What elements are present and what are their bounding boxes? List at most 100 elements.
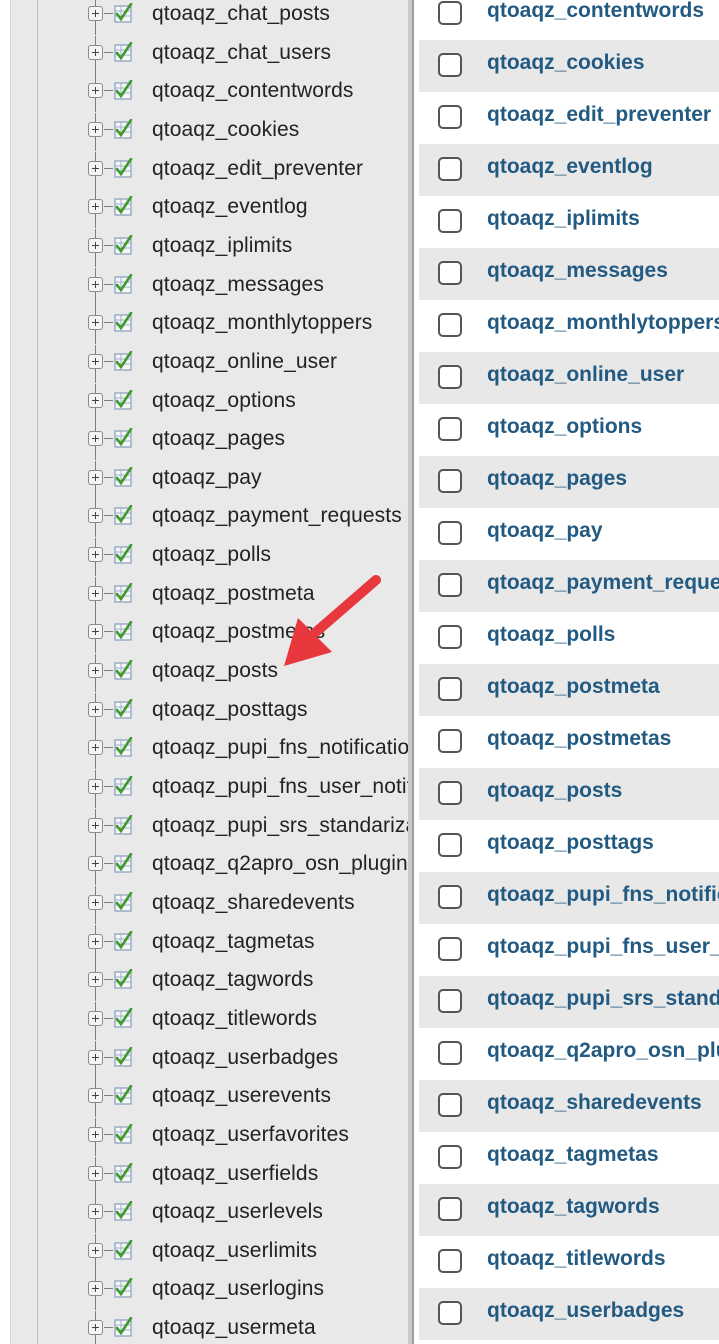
table-name-link[interactable]: qtoaqz_pupi_fns_user_notifications	[487, 935, 719, 959]
plus-expander-icon[interactable]	[88, 817, 103, 833]
tree-item-label[interactable]: qtoaqz_tagwords	[152, 968, 313, 992]
plus-expander-icon[interactable]	[88, 121, 103, 137]
tree-item-label[interactable]: qtoaqz_usermeta	[152, 1316, 316, 1340]
tree-item-label[interactable]: qtoaqz_options	[152, 389, 296, 413]
plus-expander-icon[interactable]	[88, 585, 103, 601]
table-name-link[interactable]: qtoaqz_eventlog	[487, 155, 653, 179]
plus-expander-icon[interactable]	[88, 1126, 103, 1142]
plus-expander-icon[interactable]	[88, 701, 103, 717]
plus-expander-icon[interactable]	[88, 44, 103, 60]
tree-item[interactable]: qtoaqz_pupi_fns_user_notifications	[11, 770, 409, 808]
table-name-link[interactable]: qtoaqz_cookies	[487, 51, 645, 75]
tree-item-label[interactable]: qtoaqz_pupi_fns_user_notifications	[152, 775, 409, 799]
row-checkbox[interactable]	[438, 365, 462, 389]
plus-expander-icon[interactable]	[88, 894, 103, 910]
plus-expander-icon[interactable]	[88, 972, 103, 988]
tree-item[interactable]: qtoaqz_posttags	[11, 692, 409, 731]
tree-item-label[interactable]: qtoaqz_userevents	[152, 1084, 331, 1108]
tree-item[interactable]: qtoaqz_pupi_srs_standarizations	[11, 808, 409, 847]
row-checkbox[interactable]	[438, 209, 462, 233]
tree-item-label[interactable]: qtoaqz_pupi_srs_standarizations	[152, 814, 409, 838]
tree-item[interactable]: qtoaqz_payment_requests	[11, 499, 409, 538]
row-checkbox[interactable]	[438, 105, 462, 129]
plus-expander-icon[interactable]	[88, 315, 103, 331]
tree-item-label[interactable]: qtoaqz_chat_users	[152, 41, 331, 65]
plus-expander-icon[interactable]	[88, 6, 103, 21]
plus-expander-icon[interactable]	[88, 1088, 103, 1104]
row-checkbox[interactable]	[438, 313, 462, 337]
tree-item-label[interactable]: qtoaqz_iplimits	[152, 234, 292, 258]
plus-expander-icon[interactable]	[88, 933, 103, 949]
tree-item-label[interactable]: qtoaqz_titlewords	[152, 1007, 317, 1031]
plus-expander-icon[interactable]	[88, 392, 103, 408]
plus-expander-icon[interactable]	[88, 1242, 103, 1258]
plus-expander-icon[interactable]	[88, 83, 103, 99]
plus-expander-icon[interactable]	[88, 1281, 103, 1297]
plus-expander-icon[interactable]	[88, 469, 103, 485]
table-name-link[interactable]: qtoaqz_q2apro_osn_plugin	[487, 1039, 719, 1063]
tree-item-label[interactable]: qtoaqz_userfields	[152, 1162, 318, 1186]
row-checkbox[interactable]	[438, 573, 462, 597]
row-checkbox[interactable]	[438, 729, 462, 753]
tree-item[interactable]: qtoaqz_userfavorites	[11, 1117, 409, 1156]
table-name-link[interactable]: qtoaqz_posttags	[487, 831, 654, 855]
row-checkbox[interactable]	[438, 677, 462, 701]
row-checkbox[interactable]	[438, 1197, 462, 1221]
plus-expander-icon[interactable]	[88, 740, 103, 756]
plus-expander-icon[interactable]	[88, 276, 103, 292]
plus-expander-icon[interactable]	[88, 431, 103, 447]
tree-item[interactable]: qtoaqz_online_user	[11, 344, 409, 383]
row-checkbox[interactable]	[438, 937, 462, 961]
plus-expander-icon[interactable]	[88, 237, 103, 253]
tree-item[interactable]: qtoaqz_sharedevents	[11, 885, 409, 924]
tree-item[interactable]: qtoaqz_tagmetas	[11, 924, 409, 963]
row-checkbox[interactable]	[438, 1093, 462, 1117]
tree-item-label[interactable]: qtoaqz_pupi_fns_notifications	[152, 736, 409, 760]
tree-item[interactable]: qtoaqz_tagwords	[11, 963, 409, 1002]
table-name-link[interactable]: qtoaqz_pay	[487, 519, 603, 543]
table-name-link[interactable]: qtoaqz_messages	[487, 259, 668, 283]
row-checkbox[interactable]	[438, 1301, 462, 1325]
tree-item[interactable]: qtoaqz_messages	[11, 267, 409, 306]
tree-item-label[interactable]: qtoaqz_tagmetas	[152, 930, 315, 954]
tree-item[interactable]: qtoaqz_userlimits	[11, 1233, 409, 1272]
tree-item-label[interactable]: qtoaqz_posttags	[152, 698, 308, 722]
table-name-link[interactable]: qtoaqz_tagmetas	[487, 1143, 659, 1167]
row-checkbox[interactable]	[438, 157, 462, 181]
row-checkbox[interactable]	[438, 1041, 462, 1065]
tree-item[interactable]: qtoaqz_pay	[11, 460, 409, 499]
tree-item-label[interactable]: qtoaqz_chat_posts	[152, 2, 330, 26]
tree-item[interactable]: qtoaqz_userlevels	[11, 1195, 409, 1234]
tree-item-label[interactable]: qtoaqz_pay	[152, 466, 262, 490]
table-name-link[interactable]: qtoaqz_pupi_fns_notifications	[487, 883, 719, 907]
table-name-link[interactable]: qtoaqz_userbadges	[487, 1299, 684, 1323]
row-checkbox[interactable]	[438, 1145, 462, 1169]
table-name-link[interactable]: qtoaqz_titlewords	[487, 1247, 666, 1271]
tree-item[interactable]: qtoaqz_userevents	[11, 1079, 409, 1118]
tree-item-label[interactable]: qtoaqz_polls	[152, 543, 271, 567]
tree-item[interactable]: qtoaqz_iplimits	[11, 228, 409, 267]
tree-item[interactable]: qtoaqz_contentwords	[11, 74, 409, 113]
plus-expander-icon[interactable]	[88, 1204, 103, 1220]
plus-expander-icon[interactable]	[88, 1010, 103, 1026]
table-name-link[interactable]: qtoaqz_options	[487, 415, 642, 439]
plus-expander-icon[interactable]	[88, 624, 103, 640]
tree-item-label[interactable]: qtoaqz_edit_preventer	[152, 157, 363, 181]
plus-expander-icon[interactable]	[88, 1049, 103, 1065]
tree-item-label[interactable]: qtoaqz_monthlytoppers	[152, 311, 372, 335]
tree-item[interactable]: qtoaqz_eventlog	[11, 190, 409, 229]
tree-item-label[interactable]: qtoaqz_eventlog	[152, 195, 308, 219]
plus-expander-icon[interactable]	[88, 1320, 103, 1336]
tree-item[interactable]: qtoaqz_q2apro_osn_plugin	[11, 847, 409, 886]
table-name-link[interactable]: qtoaqz_edit_preventer	[487, 103, 711, 127]
tree-item[interactable]: qtoaqz_usermeta	[11, 1311, 409, 1344]
row-checkbox[interactable]	[438, 781, 462, 805]
tree-item[interactable]: qtoaqz_options	[11, 383, 409, 422]
tree-item[interactable]: qtoaqz_titlewords	[11, 1001, 409, 1040]
tree-item-label[interactable]: qtoaqz_online_user	[152, 350, 337, 374]
plus-expander-icon[interactable]	[88, 508, 103, 524]
table-name-link[interactable]: qtoaqz_iplimits	[487, 207, 640, 231]
row-checkbox[interactable]	[438, 521, 462, 545]
tree-item[interactable]: qtoaqz_edit_preventer	[11, 151, 409, 190]
tree-item[interactable]: qtoaqz_chat_posts	[11, 0, 409, 35]
